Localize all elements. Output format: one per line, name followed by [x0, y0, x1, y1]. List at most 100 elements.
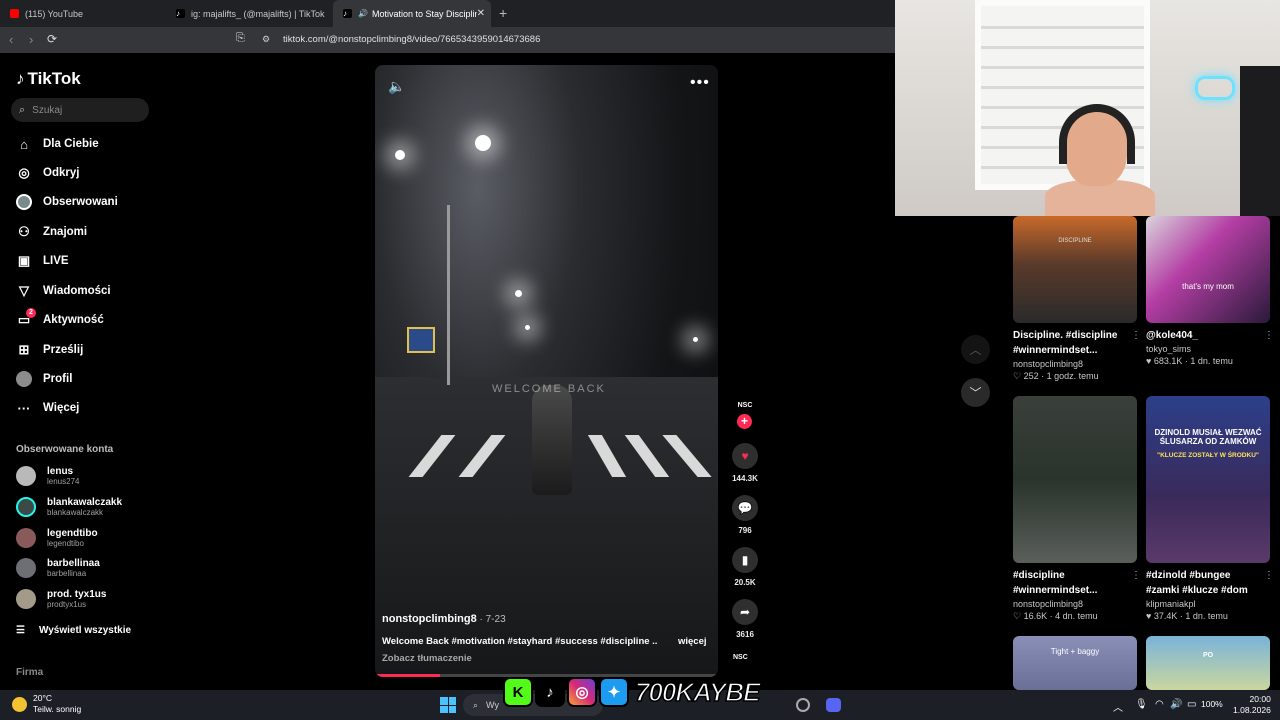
recommended-video-card[interactable]: that's my mom ⋮ @kole404_ tokyo_sims ♥ 6… [1146, 216, 1274, 366]
app-icon[interactable] [796, 698, 810, 712]
previous-video-button[interactable]: ︿ [961, 335, 990, 364]
followed-account[interactable]: lenus lenus274 [16, 463, 79, 489]
account-handle: legendtibo [47, 539, 84, 548]
save-button[interactable]: ▮ 20.5K [727, 547, 763, 587]
friends-icon: ⚇ [18, 224, 30, 239]
translate-link[interactable]: Zobacz tłumaczenie [382, 653, 472, 664]
date: 1.08.2026 [1233, 705, 1271, 715]
music-disc[interactable]: NSC [733, 654, 748, 661]
street-lamp [475, 135, 491, 151]
wifi-icon[interactable]: ◠ [1155, 699, 1164, 710]
new-tab-button[interactable]: + [499, 5, 507, 21]
reload-icon[interactable]: ⟳ [47, 32, 57, 46]
nav-messages[interactable]: ▽ Wiadomości [16, 280, 111, 302]
search-icon: ⌕ [473, 699, 479, 710]
card-stats: ♥ 37.4K · 1 dn. temu [1146, 611, 1228, 621]
nav-following[interactable]: Obserwowani [16, 191, 118, 213]
followed-account[interactable]: legendtibo legendtibo [16, 525, 98, 551]
nav-profile[interactable]: Profil [16, 368, 72, 390]
nav-explore[interactable]: ◎ Odkryj [16, 162, 79, 184]
more-options-icon[interactable]: ⋮ [1131, 570, 1141, 581]
video-player[interactable]: WELCOME BACK 🔈 ••• nonstopclimbing8 · 7-… [375, 65, 718, 677]
followed-account[interactable]: prod. tyx1us prodtyx1us [16, 586, 106, 612]
address-bar: ‹ › ⟳ ⎘ ⚙ tiktok.com/@nonstopclimbing8/v… [0, 27, 895, 53]
company-footer-link[interactable]: Firma [16, 667, 43, 678]
site-info-icon[interactable]: ⚙ [262, 34, 270, 45]
followed-account[interactable]: blankawalczakk blankawalczakk [16, 494, 122, 520]
followed-account[interactable]: barbellinaa barbellinaa [16, 555, 100, 581]
account-name: lenus [47, 466, 74, 477]
kick-icon: K [503, 677, 533, 707]
tab-tiktok-majalifts[interactable]: ♪ ig: majalifts_ (@majalifts) | TikTok [166, 0, 336, 27]
search-input[interactable]: ⌕ Szukaj [11, 98, 149, 122]
crosswalk-sign [407, 327, 435, 353]
nav-label: Profil [43, 373, 73, 385]
next-video-button[interactable]: ﹀ [961, 378, 990, 407]
nav-more[interactable]: ··· Więcej [16, 397, 80, 419]
following-accounts-heading: Obserwowane konta [16, 444, 114, 455]
url-field[interactable]: tiktok.com/@nonstopclimbing8/video/76653… [283, 34, 540, 45]
card-author: tokyo_sims [1146, 344, 1192, 354]
tiktok-icon: ♪ [535, 677, 565, 707]
nav-label: Obserwowani [43, 196, 118, 208]
social-handle: 700KAYBE [634, 676, 761, 708]
bookmark-icon[interactable]: ⎘ [236, 32, 245, 45]
taskbar-search-text: Wy [486, 700, 499, 710]
account-handle: blankawalczakk [47, 508, 104, 517]
tab-motivation[interactable]: ♪ 🔊 Motivation to Stay Disciplined ✕ [333, 0, 491, 27]
nav-friends[interactable]: ⚇ Znajomi [16, 221, 87, 243]
card-stats: ♥ 683.1K · 1 dn. temu [1146, 356, 1233, 366]
share-button[interactable]: ➦ 3616 [727, 599, 763, 639]
microphone-icon[interactable]: 🎙 [1135, 699, 1148, 710]
more-options-icon[interactable]: ••• [690, 74, 710, 92]
recommended-video-card[interactable]: ⋮ #discipline #winnermindset... nonstopc… [1013, 396, 1141, 622]
weather-widget[interactable]: 20°C Teilw. sonnig [33, 693, 81, 715]
recommended-video-card[interactable]: Tight + baggy [1013, 636, 1137, 690]
windows-start-icon[interactable] [440, 697, 456, 713]
forward-icon[interactable]: › [29, 32, 33, 47]
tiktok-logo[interactable]: ♪ TikTok [16, 69, 81, 89]
card-likes: 37.4K [1153, 611, 1178, 621]
neon-controller-sign [1195, 76, 1235, 100]
nav-label: Więcej [43, 402, 80, 414]
close-tab-icon[interactable]: ✕ [477, 8, 485, 19]
clock[interactable]: 20:00 1.08.2026 [1233, 694, 1271, 716]
discord-icon[interactable] [826, 698, 841, 712]
activity-icon: ▭ 2 [16, 308, 36, 328]
nav-label: Znajomi [43, 226, 88, 238]
tray-chevron-icon[interactable]: ︿ [1113, 699, 1123, 714]
battery-level: 100% [1201, 699, 1223, 709]
tab-youtube[interactable]: (115) YouTube [0, 0, 168, 27]
tab-title: ig: majalifts_ (@majalifts) | TikTok [191, 8, 325, 19]
browser-tab-bar: (115) YouTube ♪ ig: majalifts_ (@majalif… [0, 0, 895, 27]
upload-icon: ⊞ [18, 342, 30, 357]
nav-live[interactable]: ▣ LIVE [16, 250, 69, 272]
more-options-icon[interactable]: ⋮ [1131, 330, 1141, 341]
more-options-icon[interactable]: ⋮ [1264, 570, 1274, 581]
like-button[interactable]: ♥ 144.3K [727, 443, 763, 483]
nav-upload[interactable]: ⊞ Prześlij [16, 339, 84, 361]
video-author[interactable]: nonstopclimbing8 · 7-23 [382, 613, 506, 625]
volume-tray-icon[interactable]: 🔊 [1170, 699, 1182, 710]
back-icon[interactable]: ‹ [9, 32, 13, 47]
recommended-video-card[interactable]: DISCIPLINE ⋮ Discipline. #discipline #wi… [1013, 216, 1141, 382]
comment-icon: 💬 [732, 495, 758, 521]
comment-button[interactable]: 💬 796 [727, 495, 763, 535]
battery-icon[interactable]: ▭ [1187, 699, 1196, 710]
follow-button[interactable]: + [737, 414, 752, 429]
more-link[interactable]: więcej [678, 636, 707, 647]
bookmark-icon: ▮ [732, 547, 758, 573]
recommended-video-card[interactable]: DZINOLD MUSIAŁ WEZWAĆ ŚLUSARZA OD ZAMKÓW… [1146, 396, 1274, 621]
nav-for-you[interactable]: ⌂ Dla Ciebie [16, 133, 99, 155]
volume-icon[interactable]: 🔈 [388, 78, 405, 95]
temperature: 20°C [33, 693, 52, 703]
recommended-video-card[interactable]: PO [1146, 636, 1270, 690]
tab-title: Motivation to Stay Disciplined [371, 8, 477, 19]
tiktok-sidebar: ♪ TikTok ⌕ Szukaj ⌂ Dla Ciebie ◎ Odkryj Ob… [0, 53, 160, 690]
search-placeholder: Szukaj [32, 104, 63, 116]
see-all-button[interactable]: ☰ Wyświetl wszystkie [16, 625, 131, 636]
more-options-icon[interactable]: ⋮ [1264, 330, 1274, 341]
nav-activity[interactable]: ▭ 2 Aktywność [16, 308, 104, 331]
video-overlay-text: WELCOME BACK [492, 383, 606, 395]
card-likes: 252 [1023, 371, 1039, 381]
